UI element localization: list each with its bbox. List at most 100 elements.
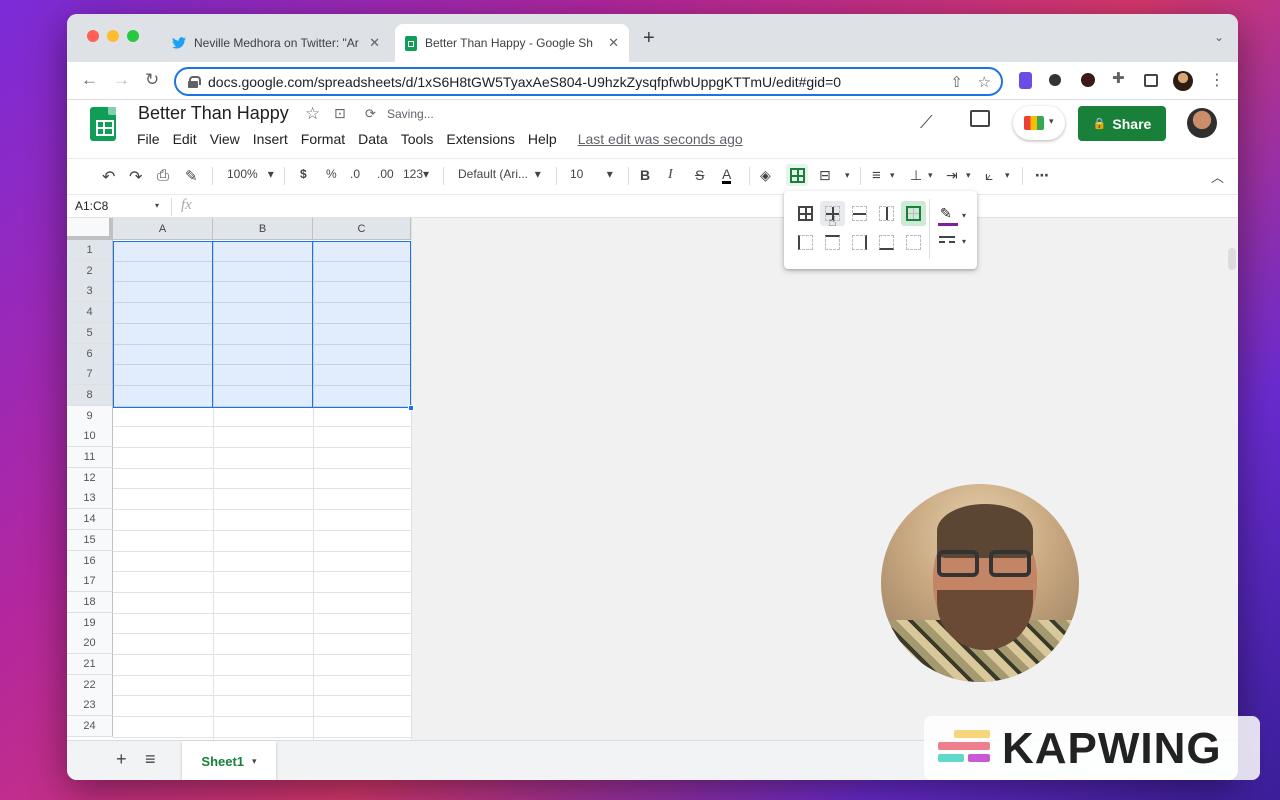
horizontal-borders-icon[interactable] (852, 206, 867, 221)
redo-icon[interactable]: ↷ (129, 167, 142, 187)
menu-file[interactable]: File (137, 131, 160, 147)
text-wrap-icon[interactable]: ⇥ (946, 167, 958, 184)
menu-help[interactable]: Help (528, 131, 557, 147)
reload-icon[interactable]: ↻ (145, 70, 159, 90)
row-header[interactable]: 15 (67, 529, 113, 551)
vertical-borders-icon[interactable] (879, 206, 894, 221)
row-header[interactable]: 18 (67, 591, 113, 613)
activity-trend-icon[interactable]: ⟋ (920, 112, 933, 133)
menu-extensions[interactable]: Extensions (446, 131, 514, 147)
column-header-c[interactable]: C (313, 218, 411, 240)
row-header[interactable]: 23 (67, 695, 113, 717)
row-header[interactable]: 4 (67, 302, 113, 324)
row-header[interactable]: 17 (67, 571, 113, 593)
browser-menu-icon[interactable]: ⋮ (1209, 70, 1225, 90)
row-header[interactable]: 2 (67, 260, 113, 282)
sheet-tab-sheet1[interactable]: Sheet1 ▾ (182, 741, 276, 780)
menu-data[interactable]: Data (358, 131, 388, 147)
menu-edit[interactable]: Edit (173, 131, 197, 147)
close-window-dot[interactable] (87, 30, 99, 42)
row-header[interactable]: 6 (67, 343, 113, 365)
valign-chevron-icon[interactable]: ▾ (928, 170, 933, 181)
more-formats-button[interactable]: 123▾ (403, 167, 429, 181)
decrease-decimal-button[interactable]: .0 (350, 167, 360, 181)
comments-icon[interactable] (970, 110, 990, 127)
bold-button[interactable]: B (640, 167, 650, 183)
align-chevron-icon[interactable]: ▾ (890, 170, 895, 181)
align-left-icon[interactable]: ≡ (872, 167, 881, 184)
font-select[interactable]: Default (Ari... ▾ (458, 167, 550, 181)
share-page-icon[interactable]: ⇧ (950, 73, 963, 91)
profile-avatar[interactable] (1173, 71, 1193, 91)
address-bar[interactable]: docs.google.com/spreadsheets/d/1xS6H8tGW… (174, 67, 1003, 96)
all-sheets-button[interactable]: ≡ (145, 749, 156, 770)
border-color-icon[interactable]: ✎ (940, 205, 952, 222)
meet-button[interactable]: ▾ (1013, 106, 1065, 140)
all-borders-icon[interactable] (798, 206, 813, 221)
name-box[interactable]: A1:C8 (75, 199, 108, 213)
menu-format[interactable]: Format (301, 131, 345, 147)
extension-record-icon[interactable] (1081, 73, 1095, 87)
row-header[interactable]: 12 (67, 467, 113, 489)
row-header[interactable]: 9 (67, 405, 113, 427)
menu-insert[interactable]: Insert (253, 131, 288, 147)
row-header[interactable]: 22 (67, 674, 113, 696)
account-avatar[interactable] (1187, 108, 1217, 138)
strikethrough-button[interactable]: S (695, 167, 704, 183)
text-color-button[interactable]: A (722, 167, 732, 184)
row-header[interactable]: 1 (67, 240, 113, 261)
name-box-chevron-icon[interactable]: ▾ (155, 201, 159, 210)
chevron-down-icon[interactable]: ▾ (962, 237, 966, 246)
tab-twitter[interactable]: Neville Medhora on Twitter: "Ar ✕ (162, 24, 390, 62)
extension-bird-icon[interactable] (1049, 74, 1061, 86)
row-header[interactable]: 3 (67, 281, 113, 303)
new-tab-button[interactable]: + (643, 27, 655, 50)
close-tab-icon[interactable]: ✕ (608, 35, 619, 51)
fill-color-icon[interactable]: ◈ (760, 167, 771, 184)
selection-range[interactable] (113, 241, 414, 411)
row-header[interactable]: 20 (67, 633, 113, 655)
row-header[interactable]: 13 (67, 488, 113, 510)
column-header-b[interactable]: B (213, 218, 313, 240)
puzzle-icon[interactable]: ✚ (1112, 69, 1129, 87)
percent-button[interactable]: % (326, 167, 337, 181)
border-style-icon[interactable] (939, 236, 955, 238)
row-header[interactable]: 11 (67, 447, 113, 468)
font-size-select[interactable]: 10 ▾ (570, 167, 622, 181)
increase-decimal-button[interactable]: .00 (377, 167, 394, 181)
paint-format-icon[interactable]: ✎ (185, 167, 198, 185)
row-header[interactable]: 8 (67, 384, 113, 406)
right-border-icon[interactable] (852, 235, 867, 250)
maximize-window-dot[interactable] (127, 30, 139, 42)
document-title[interactable]: Better Than Happy (138, 103, 289, 124)
rotate-chevron-icon[interactable]: ▾ (1005, 170, 1010, 181)
top-border-icon[interactable] (825, 235, 840, 250)
row-header[interactable]: 14 (67, 509, 113, 531)
tab-search-chevron-icon[interactable]: ⌄ (1214, 30, 1224, 44)
move-folder-icon[interactable]: ⊡ (334, 105, 346, 122)
text-rotate-icon[interactable]: ⟀ (985, 167, 993, 184)
side-panel-icon[interactable] (1144, 74, 1158, 87)
formula-input[interactable] (213, 196, 1213, 217)
merge-chevron-icon[interactable]: ▾ (845, 170, 850, 181)
bottom-border-icon[interactable] (879, 235, 894, 250)
share-button[interactable]: 🔒 Share (1078, 106, 1166, 141)
bookmark-star-icon[interactable]: ☆ (978, 73, 991, 91)
close-tab-icon[interactable]: ✕ (369, 35, 380, 51)
chevron-down-icon[interactable]: ▾ (962, 211, 966, 220)
column-header-a[interactable]: A (113, 218, 213, 240)
borders-button[interactable] (786, 164, 808, 186)
last-edit-link[interactable]: Last edit was seconds ago (578, 131, 743, 147)
vertical-scrollbar[interactable] (1228, 248, 1236, 270)
collapse-toolbar-icon[interactable]: ︿ (1211, 167, 1224, 186)
row-header[interactable]: 19 (67, 612, 113, 634)
row-header[interactable]: 21 (67, 654, 113, 675)
vertical-align-icon[interactable]: ⊥ (910, 167, 922, 184)
forward-arrow-icon[interactable]: → (113, 70, 130, 90)
clear-borders-icon[interactable] (906, 235, 921, 250)
zoom-select[interactable]: 100% ▾ (227, 167, 274, 181)
wrap-chevron-icon[interactable]: ▾ (966, 170, 971, 181)
fill-handle[interactable] (408, 405, 414, 411)
menu-view[interactable]: View (210, 131, 240, 147)
outer-borders-icon[interactable] (906, 206, 921, 221)
